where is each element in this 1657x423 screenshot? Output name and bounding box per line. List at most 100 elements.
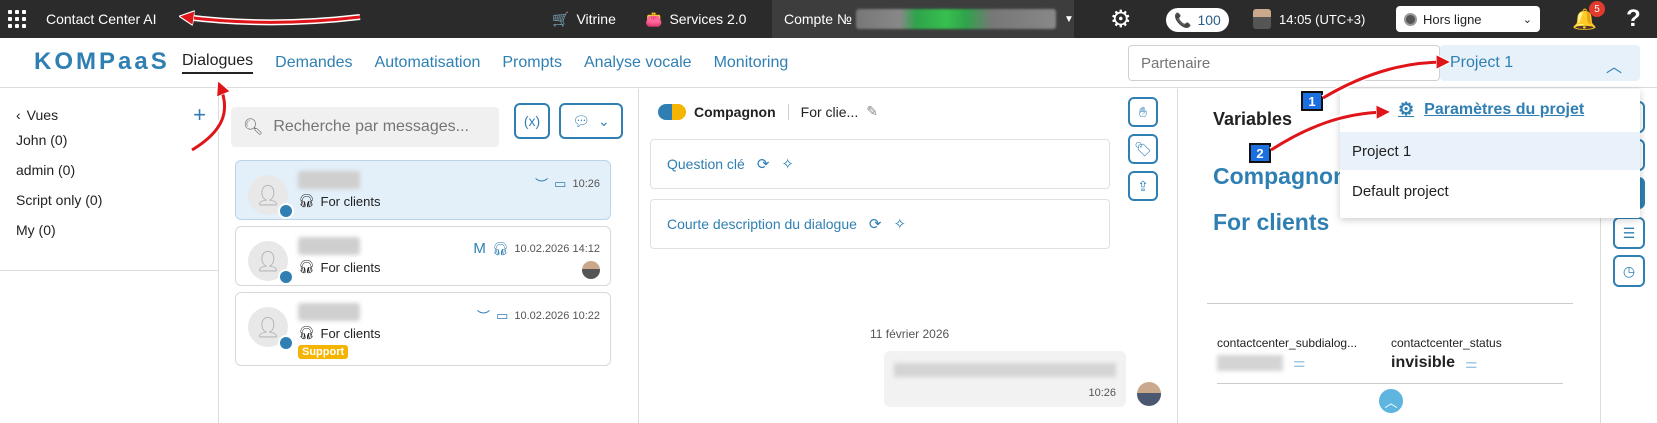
tune-icon[interactable]: ⚌ xyxy=(1465,355,1478,372)
account-selector[interactable]: Compte № ▼ xyxy=(772,0,1074,38)
notes-icon[interactable]: ☰ xyxy=(1613,217,1645,249)
dialog-list: 🔍︎ (x) 💬︎ ⌄ 👤︎ ︶ ▭ 10:26 🎧︎ For clients … xyxy=(219,89,639,423)
dialog-meta: M 🎧︎ 10.02.2026 14:12 xyxy=(473,240,600,257)
apps-grid-icon[interactable] xyxy=(8,0,30,38)
view-item-john[interactable]: John (0) xyxy=(16,132,67,148)
chat-icon: ▭ xyxy=(554,175,567,191)
clock-icon[interactable]: ◷ xyxy=(1613,255,1645,287)
nav-monitoring[interactable]: Monitoring xyxy=(714,54,789,72)
email-icon xyxy=(278,335,294,351)
variable-status: contactcenter_status invisible ⚌ xyxy=(1391,336,1502,372)
headset-icon: 🎧︎ xyxy=(298,259,315,274)
project-dropdown: ⚙ Paramètres du projet Project 1 Default… xyxy=(1340,89,1640,218)
project-select[interactable]: Project 1 ︿ xyxy=(1440,45,1640,81)
tune-icon[interactable]: ⚌ xyxy=(1293,354,1306,371)
divider xyxy=(1217,383,1563,384)
app-title[interactable]: Contact Center AI xyxy=(46,0,157,38)
view-item-admin[interactable]: admin (0) xyxy=(16,162,75,178)
project-option[interactable]: Project 1 xyxy=(1340,132,1640,170)
view-item-script-only[interactable]: Script only (0) xyxy=(16,192,102,208)
variables-assistant: Compagnon xyxy=(1213,163,1348,189)
dialog-channel: 🎧︎ For clients xyxy=(298,259,380,275)
variables-channel: For clients xyxy=(1213,209,1330,235)
dialog-time: 10.02.2026 10:22 xyxy=(514,309,600,322)
email-icon xyxy=(278,203,294,219)
user-icon: 👤︎ xyxy=(255,184,281,207)
share-icon[interactable]: ⇪ xyxy=(1128,171,1158,201)
account-label: Compte № xyxy=(784,11,852,27)
key-question-field[interactable]: Question clé ⟳ ✧ xyxy=(650,139,1110,189)
message-time: 10:26 xyxy=(1088,387,1116,399)
search-input[interactable] xyxy=(273,118,494,136)
views-panel: ‹ Vues + John (0) admin (0) Script only … xyxy=(0,89,219,423)
vitrine-link[interactable]: 🛒 Vitrine xyxy=(552,0,616,38)
message-bubble: 10:26 xyxy=(884,351,1126,407)
avatar xyxy=(1137,382,1161,406)
notification-badge: 5 xyxy=(1589,1,1605,17)
phone-counter[interactable]: 📞 100 xyxy=(1166,8,1229,32)
top-bar: Contact Center AI 🛒 Vitrine 👛 Services 2… xyxy=(0,0,1657,38)
kompaas-logo[interactable]: KOMPaaS xyxy=(34,48,170,76)
sparkle-icon[interactable]: ✧ xyxy=(781,155,794,173)
dialog-card[interactable]: 👤︎ ︶ ▭ 10:26 🎧︎ For clients xyxy=(235,160,611,220)
dialog-card[interactable]: 👤︎ M 🎧︎ 10.02.2026 14:12 🎧︎ For clients xyxy=(235,226,611,286)
gear-icon[interactable]: ⚙ xyxy=(1110,0,1132,38)
nav-prompts[interactable]: Prompts xyxy=(502,54,562,72)
status-select[interactable]: Hors ligne ⌄ xyxy=(1396,6,1540,32)
assistant-name: Compagnon xyxy=(694,103,776,120)
caret-down-icon: ▼ xyxy=(1063,13,1074,25)
conversation-channel: For clie... xyxy=(800,103,859,120)
chevron-left-icon[interactable]: ‹ xyxy=(16,107,21,123)
support-tag: Support xyxy=(298,345,349,359)
wallet-icon: 👛 xyxy=(645,10,663,27)
clear-filter-button[interactable]: (x) xyxy=(514,103,550,139)
channel-label: For clients xyxy=(320,259,381,275)
user-time[interactable]: 14:05 (UTC+3) xyxy=(1253,0,1365,38)
dialog-card[interactable]: 👤︎ ︶ ▭ 10.02.2026 10:22 🎧︎ For clients S… xyxy=(235,292,611,366)
account-number-blurred xyxy=(855,9,1056,29)
scroll-up-button[interactable]: ︿ xyxy=(1379,389,1403,413)
tag-icon[interactable]: 🏷︎ xyxy=(1128,134,1158,164)
variable-subdialog: contactcenter_subdialog... ⚌ xyxy=(1217,336,1357,371)
dialog-meta: ︶ ▭ 10.02.2026 10:22 xyxy=(477,306,600,325)
views-header: ‹ Vues + xyxy=(16,104,206,126)
nav-dialogues[interactable]: Dialogues xyxy=(182,52,254,74)
chat-icon: ▭ xyxy=(496,307,509,323)
search-box[interactable]: 🔍︎ xyxy=(231,107,499,147)
assistant-logo-icon xyxy=(658,103,686,120)
partner-input[interactable] xyxy=(1128,45,1440,81)
short-description-field[interactable]: Courte description du dialogue ⟳ ✧ xyxy=(650,199,1110,249)
services-link[interactable]: 👛 Services 2.0 xyxy=(645,0,746,38)
nav-demandes[interactable]: Demandes xyxy=(275,54,352,72)
hand-icon[interactable]: ✋︎ xyxy=(1128,97,1158,127)
help-icon[interactable]: ? xyxy=(1626,0,1641,38)
chevron-up-icon: ︿ xyxy=(1384,394,1398,410)
vitrine-label: Vitrine xyxy=(576,11,616,27)
variable-name: contactcenter_status xyxy=(1391,336,1502,350)
contact-name-blurred xyxy=(298,303,360,321)
short-description-label: Courte description du dialogue xyxy=(667,216,857,232)
pencil-icon[interactable]: ✎ xyxy=(866,103,878,120)
view-item-my[interactable]: My (0) xyxy=(16,222,56,238)
phone-count: 100 xyxy=(1197,12,1221,28)
services-label: Services 2.0 xyxy=(669,11,747,27)
dialog-time: 10.02.2026 14:12 xyxy=(514,242,600,255)
main-navbar: KOMPaaS Dialogues Demandes Automatisatio… xyxy=(0,38,1657,88)
avatar xyxy=(1253,9,1271,29)
add-view-icon[interactable]: + xyxy=(193,104,206,126)
gmail-icon: M xyxy=(473,240,486,257)
refresh-icon[interactable]: ⟳ xyxy=(869,215,882,233)
message-filter-button[interactable]: 💬︎ ⌄ xyxy=(559,103,623,139)
nav-analyse-vocale[interactable]: Analyse vocale xyxy=(584,54,692,72)
refresh-icon[interactable]: ⟳ xyxy=(757,155,770,173)
project-option[interactable]: Default project xyxy=(1340,172,1640,210)
sparkle-icon[interactable]: ✧ xyxy=(893,215,906,233)
phone-icon: 📞 xyxy=(1174,11,1192,28)
nav-automatisation[interactable]: Automatisation xyxy=(375,54,481,72)
chevron-down-icon: ⌄ xyxy=(1522,13,1532,26)
project-label: Project 1 xyxy=(1450,54,1514,71)
project-settings-link[interactable]: ⚙ Paramètres du projet xyxy=(1398,99,1584,120)
headset-icon: 🎧︎ xyxy=(298,325,315,340)
headset-icon: 🎧︎ xyxy=(298,193,315,208)
operator-avatar xyxy=(582,261,600,279)
